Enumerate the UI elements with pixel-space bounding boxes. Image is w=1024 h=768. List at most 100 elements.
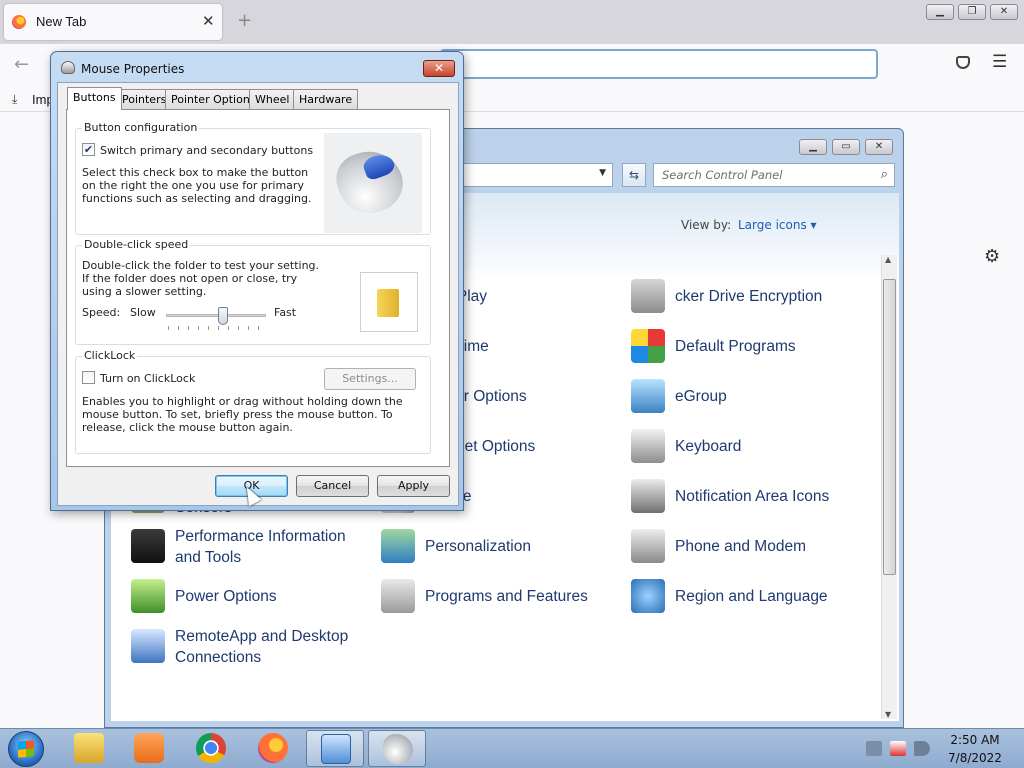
default-programs-icon: [631, 329, 665, 363]
tab-pointer-options[interactable]: Pointer Options: [165, 89, 262, 109]
cp-maximize-button[interactable]: ▭: [832, 139, 860, 155]
refresh-icon[interactable]: ⇆: [622, 163, 646, 187]
apply-button[interactable]: Apply: [377, 475, 450, 497]
firefox-favicon-icon: [12, 15, 26, 29]
cancel-button[interactable]: Cancel: [296, 475, 369, 497]
taskbar-chrome[interactable]: [182, 730, 240, 767]
speed-slider-thumb[interactable]: [218, 307, 228, 325]
dialog-close-button[interactable]: ✕: [423, 60, 455, 77]
windows-explorer-icon: [74, 733, 104, 763]
control-panel-item-label: Performance Information and Tools: [175, 528, 346, 566]
control-panel-item[interactable]: Default Programs: [631, 326, 861, 366]
control-panel-item-label: Default Programs: [675, 338, 796, 355]
slider-ticks: [168, 326, 266, 330]
action-center-icon[interactable]: [890, 741, 906, 756]
control-panel-item-label: Keyboard: [675, 438, 742, 455]
folder-icon: [377, 289, 399, 317]
taskbar-explorer[interactable]: [60, 730, 118, 767]
cp-minimize-button[interactable]: ▁: [799, 139, 827, 155]
group-title: Double-click speed: [82, 238, 191, 251]
tab-close-icon[interactable]: ✕: [202, 13, 215, 29]
control-panel-item[interactable]: Programs and Features: [381, 576, 611, 616]
dialog-title: Mouse Properties: [81, 62, 185, 76]
restore-button[interactable]: ❐: [958, 4, 986, 20]
control-panel-icon: [321, 734, 351, 764]
browser-titlebar: New Tab ✕ + ▁ ❐ ✕: [0, 0, 1024, 44]
control-panel-item-label: eGroup: [675, 388, 727, 405]
control-panel-item[interactable]: eGroup: [631, 376, 861, 416]
tab-hardware[interactable]: Hardware: [293, 89, 359, 109]
clicklock-description: Enables you to highlight or drag without…: [82, 395, 403, 434]
start-button[interactable]: [8, 731, 44, 767]
scrollbar[interactable]: ▲ ▼: [881, 255, 897, 719]
notification-icon: [631, 479, 665, 513]
clicklock-checkbox[interactable]: [82, 371, 95, 384]
control-panel-item-label: Power Options: [175, 588, 277, 605]
power-options-icon: [131, 579, 165, 613]
tab-pointers[interactable]: Pointers: [116, 89, 173, 109]
tab-title: New Tab: [36, 14, 87, 29]
control-panel-item[interactable]: RemoteApp and Desktop Connections: [131, 626, 361, 666]
network-icon[interactable]: [866, 741, 882, 756]
search-icon[interactable]: ⌕: [881, 167, 888, 182]
control-panel-item-label: Personalization: [425, 538, 531, 555]
performance-icon: [131, 529, 165, 563]
speed-slider-track[interactable]: [166, 314, 266, 317]
clock-time[interactable]: 2:50 AM: [946, 733, 1004, 747]
fast-label: Fast: [274, 306, 297, 319]
volume-icon[interactable]: [914, 741, 930, 756]
control-panel-item[interactable]: Region and Language: [631, 576, 861, 616]
taskbar-control-panel[interactable]: [306, 730, 364, 767]
tab-wheel[interactable]: Wheel: [249, 89, 296, 109]
view-by-dropdown[interactable]: Large icons ▾: [738, 218, 817, 232]
chevron-down-icon[interactable]: ▼: [599, 168, 606, 178]
back-arrow-icon[interactable]: ←: [14, 54, 29, 75]
control-panel-item-label: Phone and Modem: [675, 538, 806, 555]
new-tab-button[interactable]: +: [237, 10, 252, 31]
search-input[interactable]: Search Control Panel ⌕: [653, 163, 895, 187]
tab-new-tab[interactable]: New Tab ✕: [4, 4, 222, 40]
scrollbar-thumb[interactable]: [883, 279, 896, 575]
close-button[interactable]: ✕: [990, 4, 1018, 20]
test-folder[interactable]: [360, 272, 418, 332]
double-click-speed-group: Double-click speed Double-click the fold…: [75, 238, 431, 345]
dialog-body: Buttons Pointers Pointer Options Wheel H…: [57, 82, 459, 506]
keyboard-icon: [631, 429, 665, 463]
scroll-down-icon[interactable]: ▼: [885, 710, 891, 719]
url-bar[interactable]: [440, 49, 878, 79]
control-panel-item[interactable]: Phone and Modem: [631, 526, 861, 566]
clock-date[interactable]: 7/8/2022: [946, 751, 1004, 765]
speed-label: Speed:: [82, 306, 121, 319]
button-config-description: Select this check box to make the button…: [82, 166, 312, 205]
scroll-up-icon[interactable]: ▲: [885, 255, 891, 264]
chrome-icon: [196, 733, 226, 763]
control-panel-item[interactable]: Notification Area Icons: [631, 476, 861, 516]
control-panel-item[interactable]: Performance Information and Tools: [131, 526, 361, 566]
homegroup-icon: [631, 379, 665, 413]
tab-buttons[interactable]: Buttons: [67, 87, 122, 110]
switch-buttons-label[interactable]: Switch primary and secondary buttons: [100, 144, 313, 157]
personalization-icon: [381, 529, 415, 563]
taskbar: 2:50 AM 7/8/2022: [0, 728, 1024, 768]
gear-icon[interactable]: ⚙: [984, 246, 1000, 267]
buttons-tab-panel: Button configuration ✔ Switch primary an…: [66, 109, 450, 467]
firefox-icon: [258, 733, 288, 763]
control-panel-item[interactable]: cker Drive Encryption: [631, 276, 861, 316]
control-panel-item-label: Programs and Features: [425, 588, 588, 605]
pocket-icon[interactable]: [956, 56, 970, 69]
hamburger-menu-icon[interactable]: ☰: [992, 52, 1007, 72]
taskbar-media-player[interactable]: [120, 730, 178, 767]
switch-buttons-checkbox[interactable]: ✔: [82, 143, 95, 156]
bitlocker-icon: [631, 279, 665, 313]
cp-close-button[interactable]: ✕: [865, 139, 893, 155]
control-panel-item[interactable]: Power Options: [131, 576, 361, 616]
minimize-button[interactable]: ▁: [926, 4, 954, 20]
mouse-properties-dialog: Mouse Properties ✕ Buttons Pointers Poin…: [50, 51, 464, 511]
control-panel-item[interactable]: Keyboard: [631, 426, 861, 466]
taskbar-firefox[interactable]: [244, 730, 302, 767]
taskbar-mouse-properties[interactable]: [368, 730, 426, 767]
clicklock-settings-button[interactable]: Settings...: [324, 368, 416, 390]
control-panel-item-label: Region and Language: [675, 588, 828, 605]
clicklock-label[interactable]: Turn on ClickLock: [100, 372, 195, 385]
control-panel-item[interactable]: Personalization: [381, 526, 611, 566]
